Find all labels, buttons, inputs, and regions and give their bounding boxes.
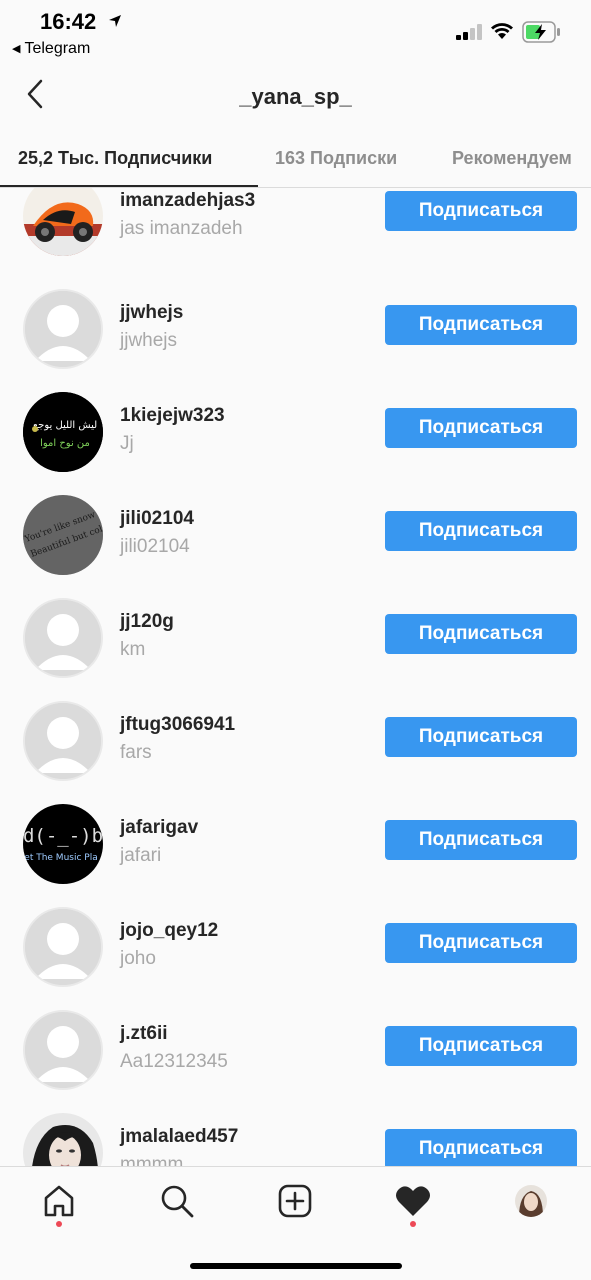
follow-button[interactable]: Подписаться (385, 923, 577, 963)
avatar-text-line2: من نوح اموا (40, 438, 90, 449)
avatar-text-line2: et The Music Pla (24, 853, 97, 863)
list-item[interactable]: jjwhejs jjwhejs Подписаться (0, 279, 591, 382)
list-item[interactable]: jojo_qey12 joho Подписаться (0, 897, 591, 1000)
full-name: mmmm (120, 1154, 184, 1166)
avatar[interactable] (23, 598, 103, 678)
avatar[interactable]: d(-_-)b et The Music Pla (23, 804, 103, 884)
list-item[interactable]: d(-_-)b et The Music Pla jafarigav jafar… (0, 794, 591, 897)
heart-icon (396, 1186, 430, 1216)
default-user-icon (25, 600, 101, 676)
avatar-text-line1: d(-_-)b (23, 825, 103, 847)
follow-button[interactable]: Подписаться (385, 820, 577, 860)
username[interactable]: jftug3066941 (120, 714, 235, 736)
bottom-navigation (0, 1166, 591, 1280)
default-user-icon (25, 909, 101, 985)
username[interactable]: jjwhejs (120, 302, 183, 324)
profile-avatar-icon (515, 1185, 547, 1217)
home-indicator (190, 1263, 402, 1269)
motorcycle-photo (23, 188, 103, 256)
username[interactable]: jmalalaed457 (120, 1126, 238, 1148)
full-name: jjwhejs (120, 330, 178, 351)
profile-header: _yana_sp_ (0, 66, 591, 128)
list-item[interactable]: jj120g km Подписаться (0, 588, 591, 691)
page-title: _yana_sp_ (239, 84, 352, 109)
nav-search[interactable] (157, 1181, 197, 1221)
nav-activity[interactable] (393, 1181, 433, 1221)
username[interactable]: jili02104 (120, 508, 194, 530)
follow-button[interactable]: Подписаться (385, 717, 577, 757)
full-name: jas imanzadeh (120, 218, 243, 239)
home-icon (44, 1185, 74, 1217)
activity-notification-dot (410, 1221, 416, 1227)
gray-text-photo: You're like snow Beautiful but cold (23, 495, 103, 575)
list-item[interactable]: j.zt6ii Aa12312345 Подписаться (0, 1000, 591, 1103)
nav-new-post[interactable] (275, 1181, 315, 1221)
username[interactable]: imanzadehjas3 (120, 190, 255, 212)
location-arrow-icon (109, 15, 121, 27)
follow-tabs: 25,2 Тыс. Подписчики 163 Подписки Рекоме… (0, 128, 591, 188)
username[interactable]: jojo_qey12 (120, 920, 218, 942)
default-user-icon (25, 703, 101, 779)
nav-profile[interactable] (511, 1181, 551, 1221)
arabic-text-photo: ليش الليل يوجع من نوح اموا (23, 392, 103, 472)
tab-following[interactable]: 163 Подписки (275, 148, 397, 169)
default-user-icon (25, 291, 101, 367)
avatar[interactable] (23, 188, 103, 256)
list-item[interactable]: jmalalaed457 mmmm Подписаться (0, 1103, 591, 1166)
avatar[interactable] (23, 289, 103, 369)
music-logo-photo: d(-_-)b et The Music Pla (23, 804, 103, 884)
followers-list[interactable]: imanzadehjas3 jas imanzadeh Подписаться … (0, 188, 591, 1166)
avatar-text-line1: ليش الليل يوجع (33, 420, 97, 431)
full-name: km (120, 639, 146, 660)
tab-recommended[interactable]: Рекомендуем (452, 148, 572, 169)
wifi-icon (491, 23, 513, 39)
list-item[interactable]: imanzadehjas3 jas imanzadeh Подписаться (0, 188, 591, 279)
battery-charging-icon (522, 21, 560, 43)
full-name: jafari (120, 845, 162, 866)
avatar[interactable] (23, 1010, 103, 1090)
full-name: jili02104 (120, 536, 190, 557)
active-tab-indicator (0, 185, 258, 187)
follow-button[interactable]: Подписаться (385, 511, 577, 551)
full-name: Jj (120, 433, 134, 454)
username[interactable]: 1kiejejw323 (120, 405, 225, 427)
status-bar: 16:42 ◀ Telegram (0, 0, 591, 66)
follow-button[interactable]: Подписаться (385, 191, 577, 231)
back-app-label: Telegram (24, 40, 91, 57)
full-name: fars (120, 742, 152, 763)
back-triangle-icon: ◀ (12, 43, 21, 55)
portrait-photo (23, 1113, 103, 1166)
home-notification-dot (56, 1221, 62, 1227)
username[interactable]: jafarigav (120, 817, 198, 839)
follow-button[interactable]: Подписаться (385, 614, 577, 654)
avatar[interactable] (23, 907, 103, 987)
follow-button[interactable]: Подписаться (385, 1026, 577, 1066)
follow-button[interactable]: Подписаться (385, 1129, 577, 1166)
list-item[interactable]: jftug3066941 fars Подписаться (0, 691, 591, 794)
tab-followers[interactable]: 25,2 Тыс. Подписчики (18, 148, 212, 169)
username[interactable]: j.zt6ii (120, 1023, 168, 1045)
full-name: Aa12312345 (120, 1051, 228, 1072)
back-to-app-link[interactable]: ◀ Telegram (12, 40, 90, 58)
add-post-icon (278, 1184, 312, 1218)
status-time: 16:42 (40, 9, 97, 34)
avatar[interactable] (23, 701, 103, 781)
list-item[interactable]: You're like snow Beautiful but cold jili… (0, 485, 591, 588)
follow-button[interactable]: Подписаться (385, 305, 577, 345)
search-icon (161, 1185, 194, 1218)
list-item[interactable]: ليش الليل يوجع من نوح اموا 1kiejejw323 J… (0, 382, 591, 485)
avatar[interactable]: You're like snow Beautiful but cold (23, 495, 103, 575)
default-user-icon (25, 1012, 101, 1088)
nav-home[interactable] (39, 1181, 79, 1221)
avatar[interactable]: ليش الليل يوجع من نوح اموا (23, 392, 103, 472)
avatar[interactable] (23, 1113, 103, 1166)
username[interactable]: jj120g (120, 611, 174, 633)
follow-button[interactable]: Подписаться (385, 408, 577, 448)
cellular-signal-icon (456, 24, 482, 40)
full-name: joho (120, 948, 156, 969)
